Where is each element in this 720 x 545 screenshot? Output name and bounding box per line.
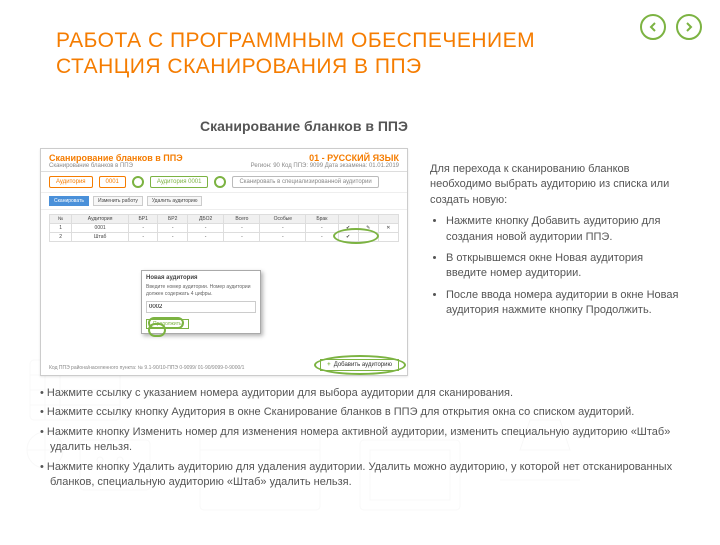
page-subtitle: Сканирование бланков в ППЭ xyxy=(200,118,408,134)
audience-number-input[interactable] xyxy=(146,301,256,313)
forms-table: №АудиторияБР1БР2ДБО2ВсегоОсобыеБрак 1000… xyxy=(49,214,399,242)
intro-text: Для перехода к сканированию бланков необ… xyxy=(430,162,686,208)
delete-audience-button[interactable]: Удалить аудиторию xyxy=(147,196,203,206)
bullet-2: В открывшемся окне Новая аудитория введи… xyxy=(446,251,686,282)
dialog-title: Новая аудитория xyxy=(146,275,256,281)
screenshot-subject: 01 - РУССКИЙ ЯЗЫК xyxy=(251,153,399,163)
bottom-p3: • Нажмите кнопку Изменить номер для изме… xyxy=(40,425,686,456)
bullet-1: Нажмите кнопку Добавить аудиторию для со… xyxy=(446,214,686,245)
scan-button[interactable]: Сканировать xyxy=(49,196,89,206)
bottom-p2: • Нажмите ссылку кнопку Аудитория в окне… xyxy=(40,405,686,420)
highlight-circle-4 xyxy=(148,323,166,337)
screenshot-footer-meta: Код ППЭ района/населенного пункта: № 9.1… xyxy=(49,365,244,371)
page-title: РАБОТА С ПРОГРАММНЫМ ОБЕСПЕЧЕНИЕМ СТАНЦИ… xyxy=(56,28,640,81)
screenshot-title: Сканирование бланков в ППЭ xyxy=(49,153,183,163)
highlight-circle-1 xyxy=(132,176,144,188)
audience-number: 0001 xyxy=(99,176,126,188)
bullet-3: После ввода номера аудитории в окне Нова… xyxy=(446,288,686,319)
screenshot-breadcrumb: Сканирование бланков в ППЭ xyxy=(49,163,183,169)
bottom-p1: • Нажмите ссылку с указанием номера ауди… xyxy=(40,386,686,401)
edit-number-button[interactable]: Изменить работу xyxy=(93,196,143,206)
spec-audience-button[interactable]: Сканировать в специализированной аудитор… xyxy=(232,176,378,188)
prev-button[interactable] xyxy=(640,14,666,40)
audience-label: Аудитория xyxy=(49,176,93,188)
new-audience-dialog: Новая аудитория Введите номер аудитории.… xyxy=(141,270,261,334)
chevron-left-icon xyxy=(648,22,658,32)
audience-button[interactable]: Аудитория 0001 xyxy=(150,176,209,188)
bottom-instructions: • Нажмите ссылку с указанием номера ауди… xyxy=(40,386,686,494)
bottom-p4: • Нажмите кнопку Удалить аудиторию для у… xyxy=(40,460,686,491)
dialog-message: Введите номер аудитории. Номер аудитории… xyxy=(146,284,256,297)
highlight-circle-2 xyxy=(214,176,226,188)
next-button[interactable] xyxy=(676,14,702,40)
plus-icon: + xyxy=(327,362,331,368)
right-instructions: Для перехода к сканированию бланков необ… xyxy=(430,162,686,325)
chevron-right-icon xyxy=(684,22,694,32)
screenshot-meta: Регион: 90 Код ППЭ: 9099 Дата экзамена: … xyxy=(251,163,399,169)
app-screenshot: Сканирование бланков в ППЭ Сканирование … xyxy=(40,148,408,376)
add-audience-button[interactable]: +Добавить аудиторию xyxy=(320,359,399,371)
